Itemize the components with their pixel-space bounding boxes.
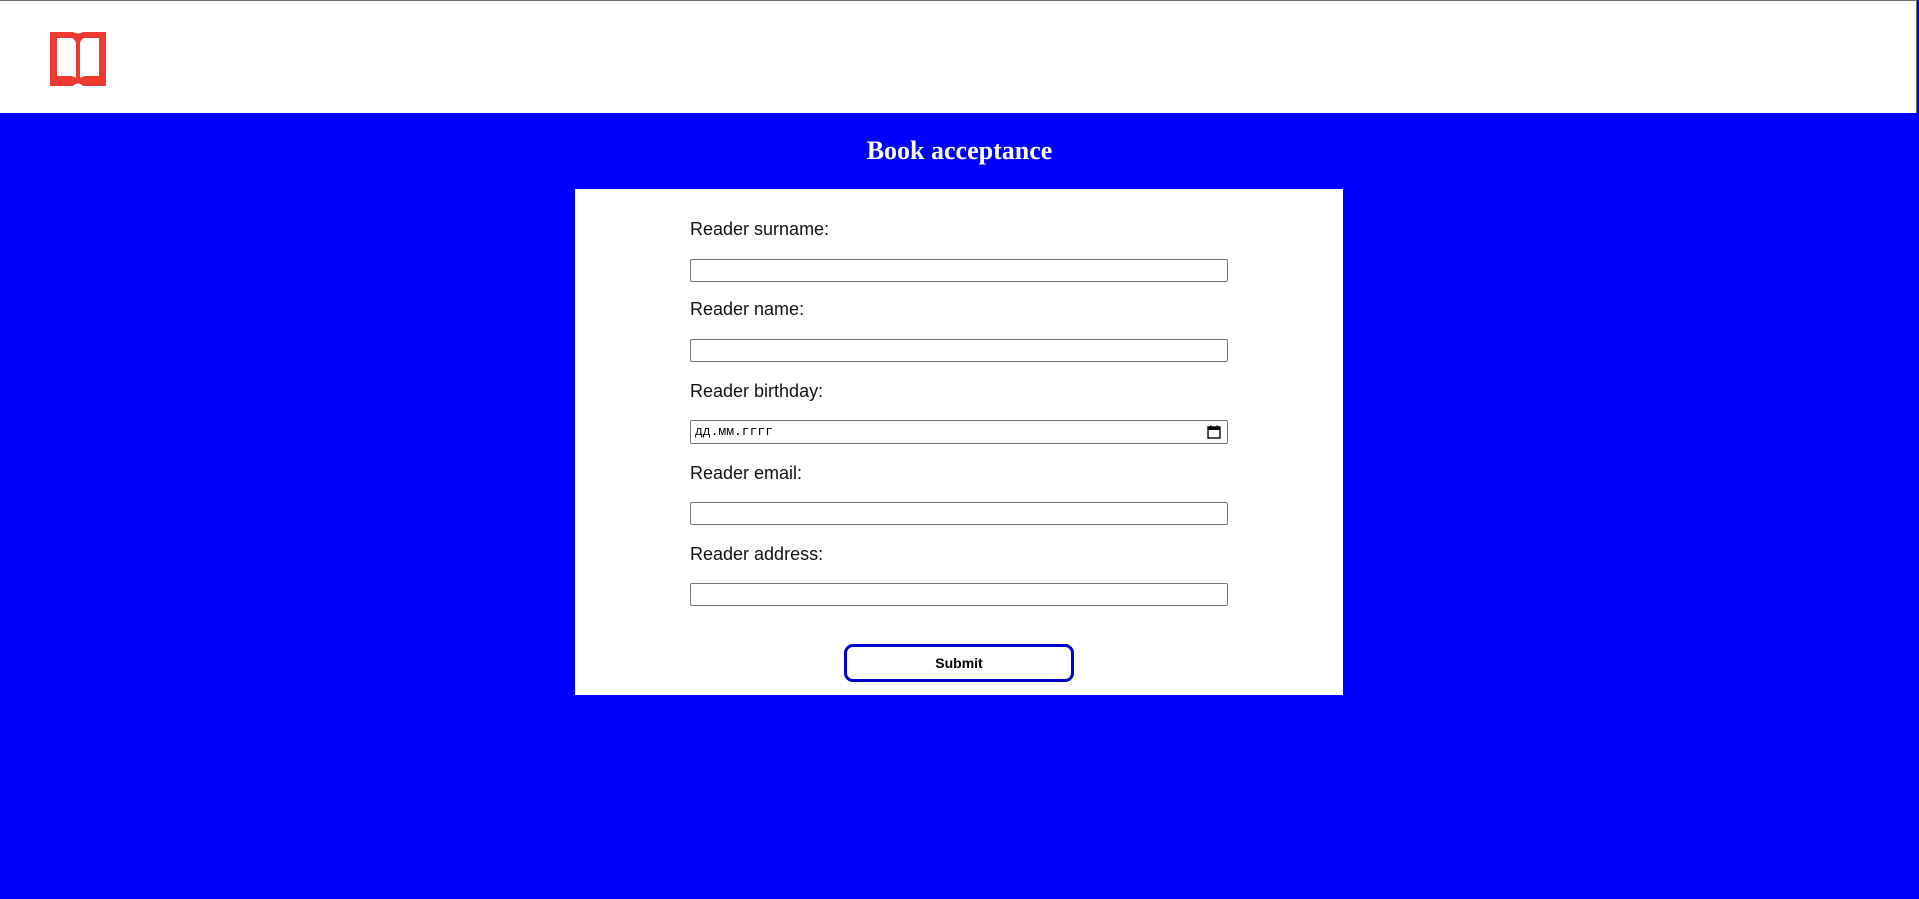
book-acceptance-form: Reader surname: Reader name: Reader birt…	[575, 189, 1343, 695]
reader-email-label: Reader email:	[690, 463, 803, 483]
reader-address-input[interactable]	[690, 583, 1228, 606]
submit-button[interactable]: Submit	[844, 644, 1074, 682]
open-book-icon[interactable]	[50, 32, 106, 86]
reader-name-label: Reader name:	[690, 299, 805, 319]
header-bar	[0, 0, 1917, 113]
reader-birthday-input[interactable]: дд.мм.гггг	[690, 420, 1228, 444]
calendar-icon[interactable]	[1207, 425, 1221, 439]
reader-birthday-label: Reader birthday:	[690, 381, 824, 401]
reader-surname-label: Reader surname:	[690, 219, 830, 239]
reader-name-input[interactable]	[690, 339, 1228, 362]
reader-address-label: Reader address:	[690, 544, 824, 564]
page-title: Book acceptance	[866, 136, 1053, 165]
reader-email-input[interactable]	[690, 502, 1228, 525]
date-placeholder: дд.мм.гггг	[695, 424, 774, 439]
reader-surname-input[interactable]	[690, 259, 1228, 282]
